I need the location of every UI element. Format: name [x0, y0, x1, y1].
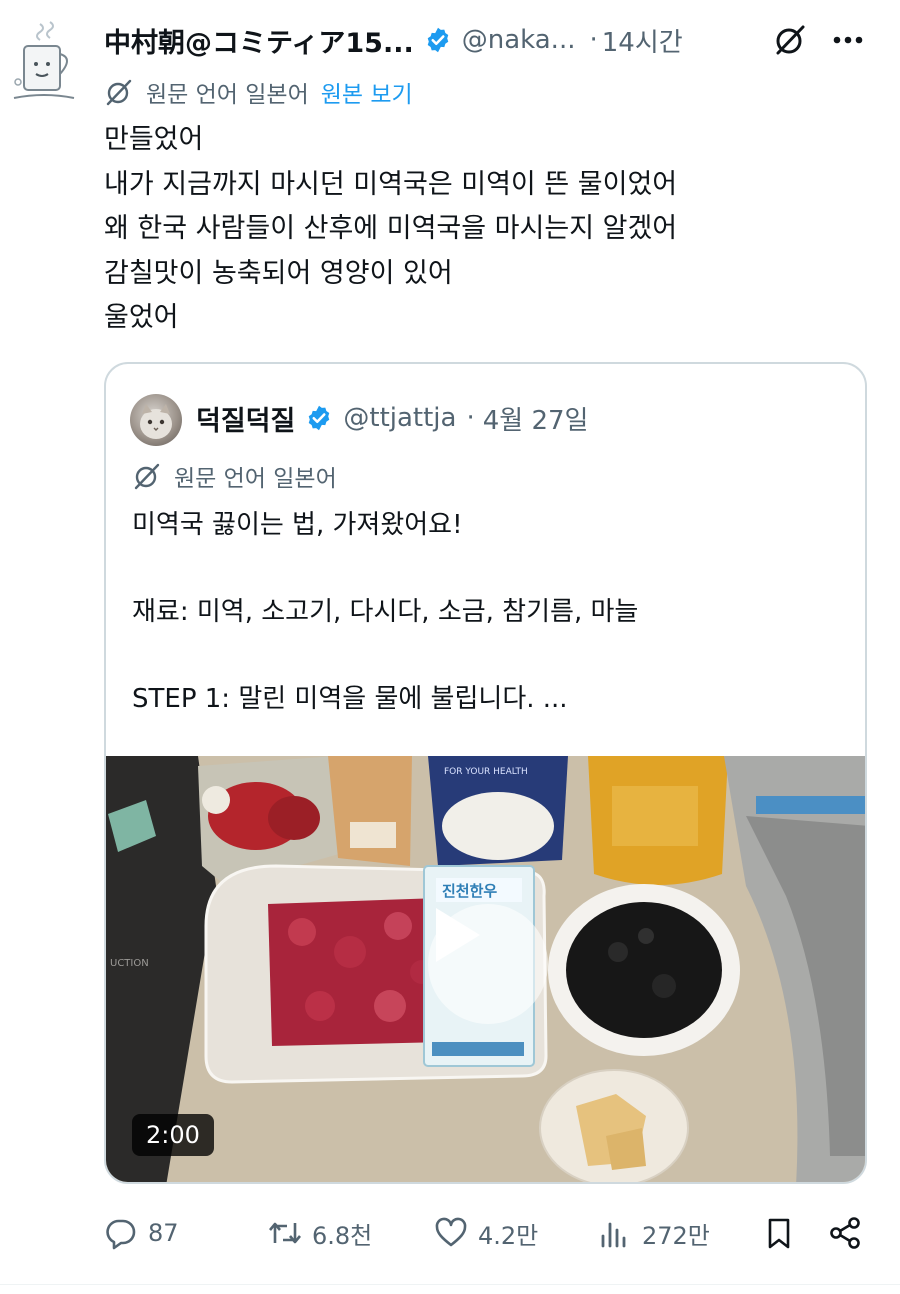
bookmark-icon: [768, 1218, 790, 1249]
tweet-time[interactable]: 14시간: [602, 22, 683, 59]
translate-icon: [134, 463, 160, 490]
quoted-date[interactable]: 4월 27일: [483, 400, 589, 437]
quoted-body: 미역국 끓이는 법, 가져왔어요! 재료: 미역, 소고기, 다시다, 소금, …: [132, 510, 639, 714]
tweet[interactable]: 中村朝@コミティア15... @naka... · 14시간 원문 언어 일본어…: [0, 0, 900, 1294]
reply-button[interactable]: 87: [104, 1210, 179, 1256]
quoted-tweet[interactable]: 덕질덕질 @ttjattja · 4월 27일 원문 언어 일본어 미역국 끓이…: [104, 362, 867, 1184]
share-icon: [830, 1217, 860, 1249]
translate-icon: [106, 79, 132, 106]
share-button[interactable]: [828, 1210, 862, 1256]
author-display-name[interactable]: 中村朝@コミティア15...: [104, 21, 414, 60]
bookmark-button[interactable]: [762, 1210, 796, 1256]
reply-icon: [106, 1219, 136, 1250]
author-avatar[interactable]: [10, 18, 78, 102]
quoted-display-name[interactable]: 덕질덕질: [196, 399, 295, 438]
tweet-header: 中村朝@コミティア15... @naka... · 14시간: [104, 20, 894, 60]
repost-icon: [269, 1222, 301, 1244]
repost-button[interactable]: 6.8천: [268, 1210, 372, 1256]
header-separator: ·: [589, 25, 598, 55]
verified-badge-icon: [309, 405, 330, 431]
quoted-author-avatar[interactable]: [130, 394, 182, 446]
divider: [0, 1284, 900, 1285]
video-player[interactable]: UCTION FOR YOUR HEALTH 진천한우 2:00: [106, 756, 865, 1182]
play-icon: [436, 908, 480, 962]
quoted-header: 덕질덕질 @ttjattja · 4월 27일: [196, 398, 588, 438]
quoted-handle[interactable]: @ttjattja: [343, 403, 456, 433]
translation-notice: 원문 언어 일본어 원본 보기: [104, 74, 413, 110]
author-handle[interactable]: @naka...: [462, 25, 576, 55]
quoted-translation-notice: 원문 언어 일본어: [132, 458, 337, 494]
views-button[interactable]: 272만: [598, 1210, 710, 1256]
views-icon: [601, 1222, 626, 1248]
heart-icon: [435, 1217, 467, 1247]
repost-count: 6.8천: [312, 1221, 373, 1250]
like-button[interactable]: 4.2만: [434, 1210, 538, 1256]
quoted-translation-label: 원문 언어 일본어: [174, 466, 337, 492]
more-icon[interactable]: [826, 20, 870, 60]
action-bar: 87 6.8천 4.2만 272만: [104, 1210, 874, 1256]
show-original-link[interactable]: 원본 보기: [321, 75, 413, 109]
cooktop-label: UCTION: [110, 958, 149, 969]
play-button[interactable]: [428, 904, 548, 1024]
verified-badge-icon: [427, 27, 449, 53]
package-label: 진천한우: [442, 882, 497, 900]
grok-icon[interactable]: [772, 22, 808, 58]
like-count: 4.2만: [478, 1221, 539, 1250]
pouch-label: FOR YOUR HEALTH: [444, 767, 528, 777]
quoted-separator: ·: [466, 403, 475, 433]
reply-count: 87: [148, 1219, 179, 1247]
view-count: 272만: [642, 1221, 710, 1250]
translation-label: 원문 언어 일본어: [146, 82, 309, 108]
tweet-body: 만들었어 내가 지금까지 마시던 미역국은 미역이 뜬 물이었어 왜 한국 사람…: [104, 124, 678, 333]
video-duration: 2:00: [132, 1114, 214, 1156]
